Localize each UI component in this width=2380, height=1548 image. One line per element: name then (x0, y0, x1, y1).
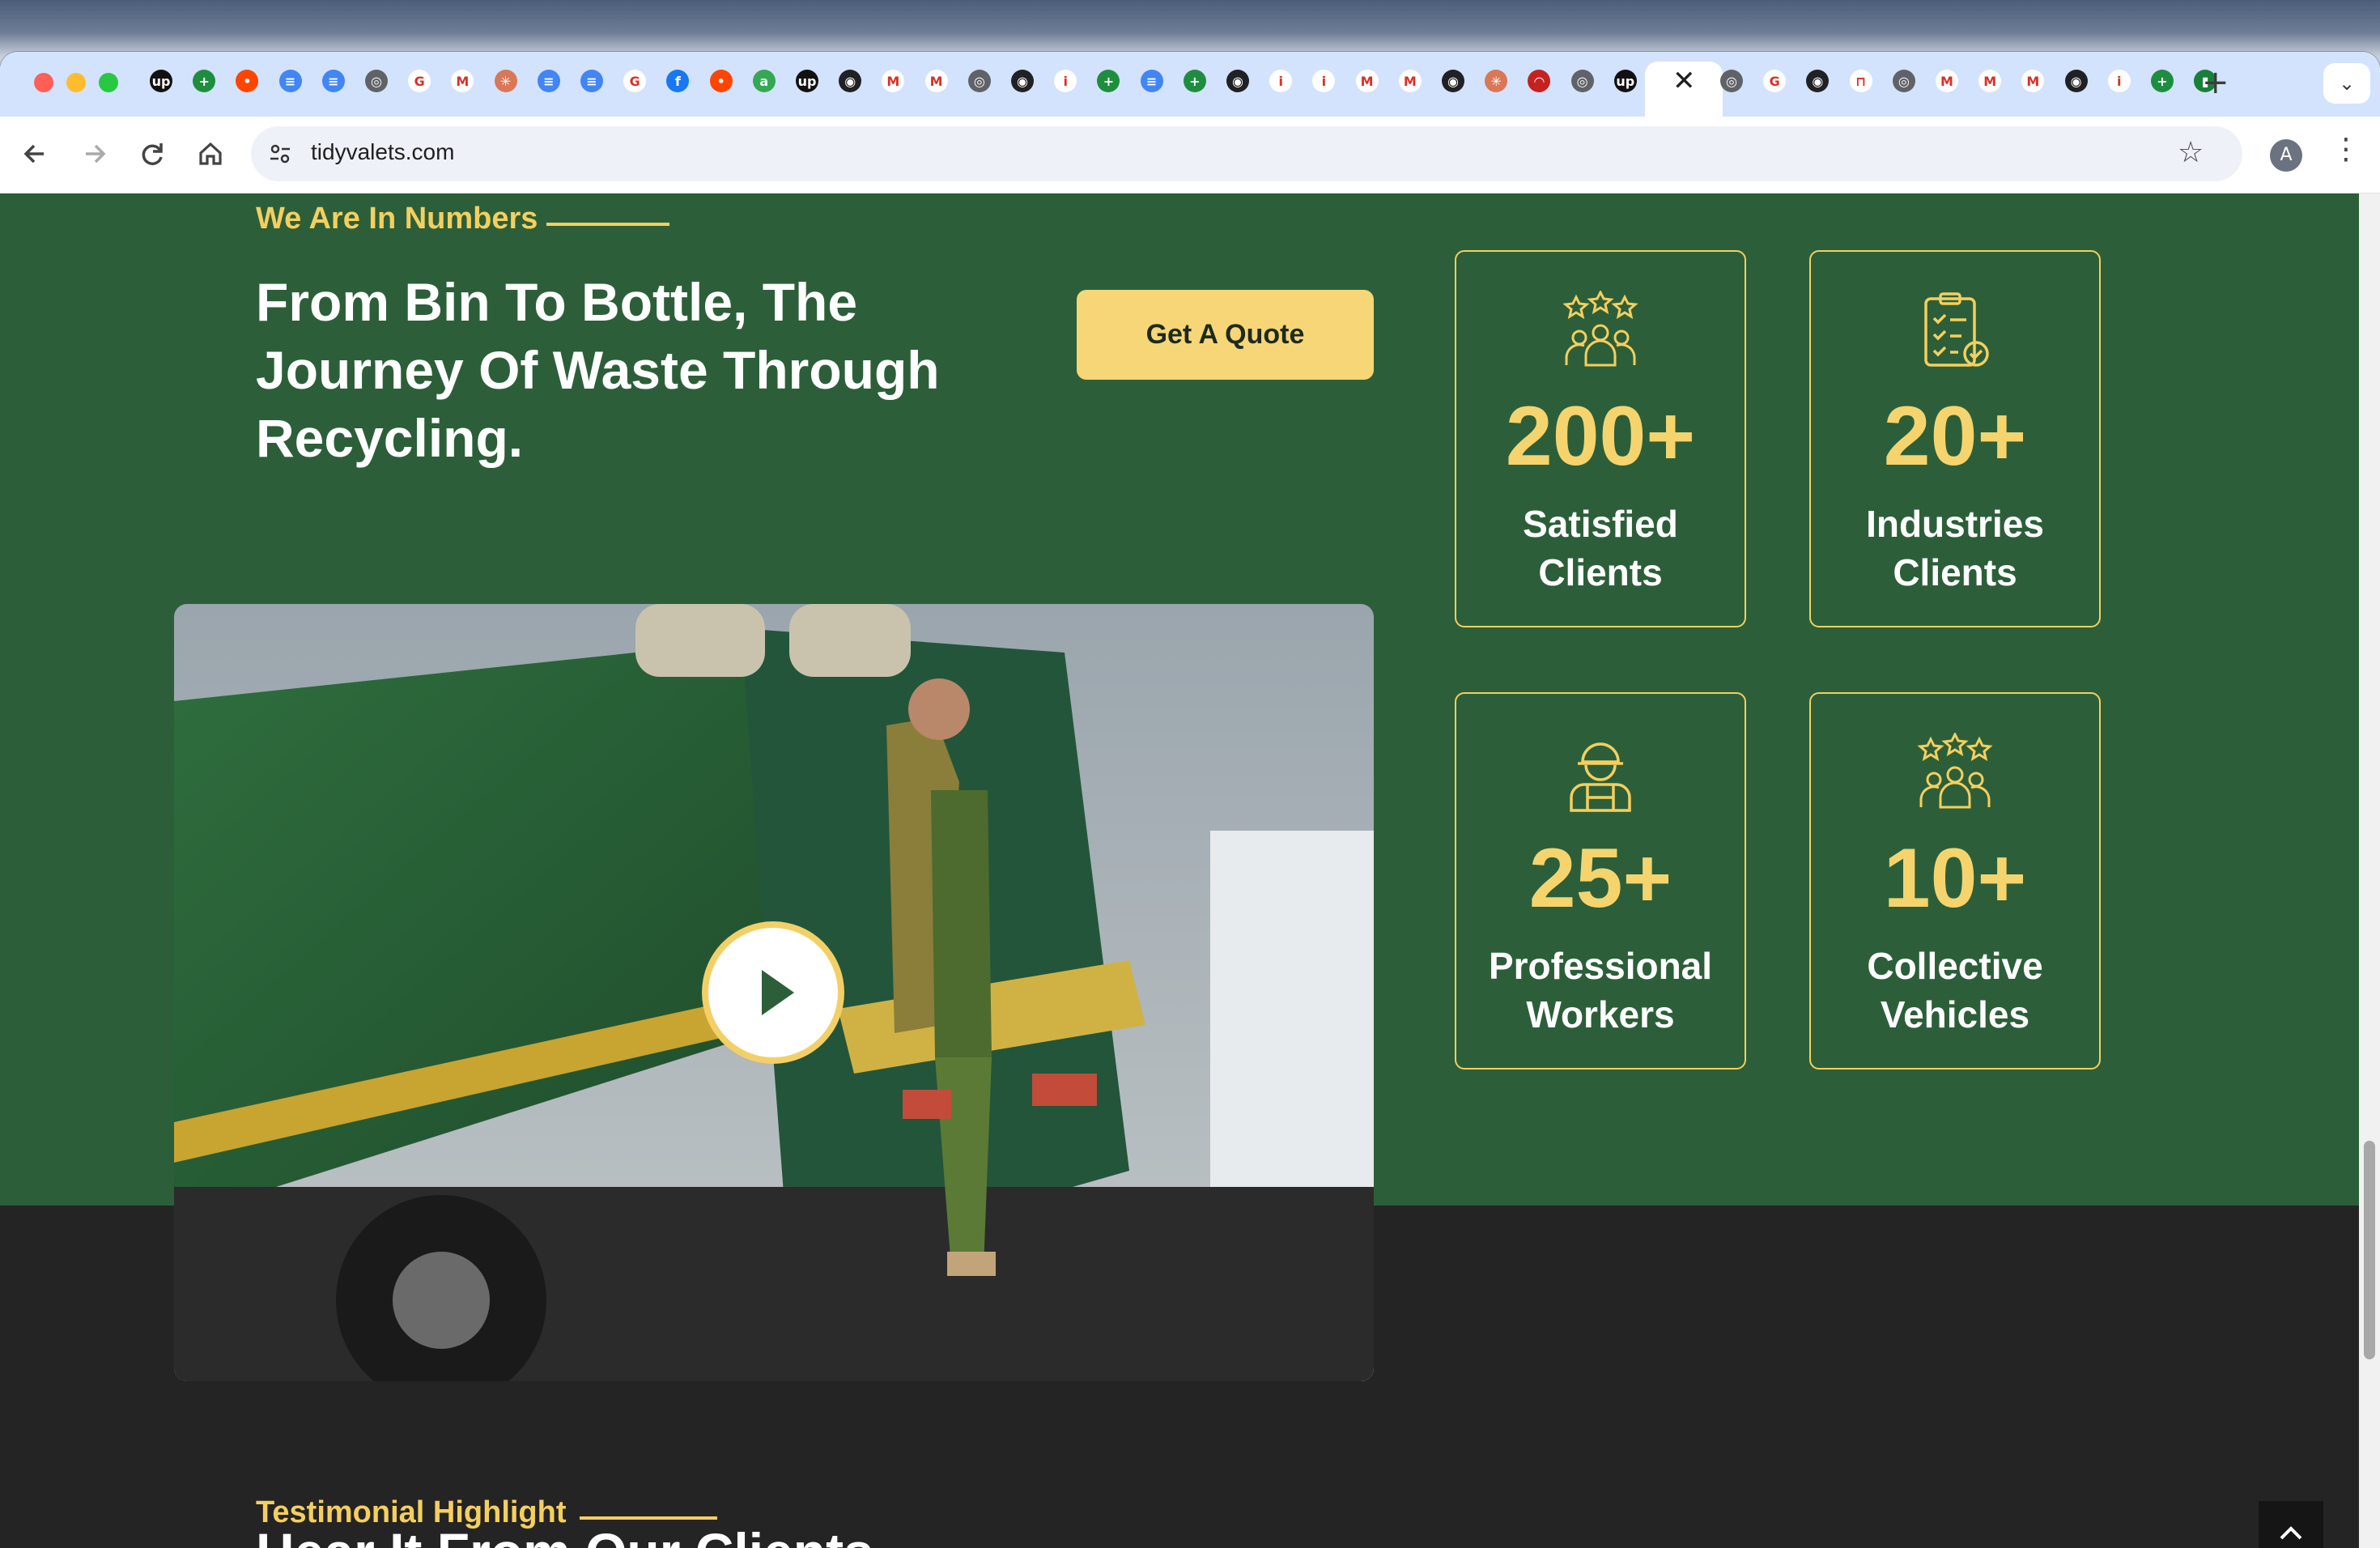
gmail-icon[interactable]: M (882, 70, 905, 92)
upwork-icon[interactable]: up (1613, 70, 1637, 92)
upwork-icon[interactable]: up (796, 70, 818, 92)
gmail-icon[interactable]: M (451, 70, 474, 92)
gmail-icon[interactable]: M (1936, 70, 1958, 92)
reddit-icon[interactable]: • (709, 70, 733, 92)
stat-card-satisfied-clients: 200+ Satisfied Clients (1455, 250, 1746, 627)
home-icon[interactable] (191, 134, 230, 173)
tab-search-button[interactable]: ⌄ (2323, 63, 2370, 104)
claude-icon[interactable]: ✳ (1485, 70, 1508, 92)
claude-icon[interactable]: ✳ (494, 70, 517, 92)
reload-icon[interactable] (133, 134, 172, 173)
worker-icon (1570, 742, 1631, 812)
browser-menu-icon[interactable]: ⋮ (2331, 133, 2361, 166)
minimize-window-button[interactable] (66, 73, 86, 92)
docs-icon[interactable]: ≡ (537, 70, 560, 92)
gmail-icon[interactable]: M (1398, 70, 1422, 92)
sheets-icon[interactable]: + (2151, 70, 2174, 92)
openai-icon[interactable]: ◉ (839, 70, 862, 92)
upwork-icon[interactable]: up (150, 70, 172, 92)
eyebrow-divider (580, 1516, 717, 1520)
section-eyebrow: We Are In Numbers (256, 202, 538, 236)
sheets-icon[interactable]: + (1183, 70, 1206, 92)
chrome-icon[interactable]: ◎ (1892, 70, 1915, 92)
stat-card-collective-vehicles: 10+ Collective Vehicles (1809, 692, 2101, 1070)
play-video-button[interactable] (708, 928, 838, 1057)
rating-group-icon (1917, 733, 1993, 809)
stat-value: 10+ (1883, 831, 2027, 925)
web-page: We Are In Numbers From Bin To Bottle, Th… (0, 194, 2380, 1548)
android-icon[interactable]: a (752, 70, 776, 92)
profile-avatar[interactable]: A (2270, 139, 2302, 172)
stat-card-industries-clients: 20+ Industries Clients (1809, 250, 2101, 627)
google-icon[interactable]: G (1763, 70, 1787, 92)
docs-icon[interactable]: ≡ (278, 70, 302, 92)
browser-toolbar: tidyvalets.com ☆ A ⋮ (0, 117, 2380, 194)
gmail-icon[interactable]: M (924, 70, 948, 92)
stat-label: Industries Clients (1866, 503, 2044, 593)
chrome-icon[interactable]: ◎ (1720, 70, 1743, 92)
chrome-icon[interactable]: ◎ (1570, 70, 1594, 92)
bracket-icon[interactable]: ⊓ (1849, 70, 1872, 92)
browser-window: up+•≡≡◎GM✳≡≡Gf•aup◉MM◎◉i+≡+◉iiMM◉✳◠◎up⚡▲… (0, 52, 2380, 1548)
scrollbar-thumb[interactable] (2364, 1141, 2375, 1359)
close-window-button[interactable] (34, 73, 53, 92)
info-icon[interactable]: i (2107, 70, 2131, 92)
checklist-icon (1924, 292, 1989, 367)
back-icon[interactable] (16, 134, 55, 173)
get-a-quote-button[interactable]: Get A Quote (1077, 290, 1374, 380)
facebook-icon[interactable]: f (666, 70, 690, 92)
close-tab-icon[interactable]: ✕ (1672, 67, 1696, 95)
stat-label: Professional Workers (1488, 945, 1713, 1036)
gmail-icon[interactable]: M (2021, 70, 2045, 92)
chrome-icon[interactable]: ◎ (967, 70, 991, 92)
sheets-icon[interactable]: + (193, 70, 216, 92)
reddit-icon[interactable]: • (236, 70, 259, 92)
openai-icon[interactable]: ◉ (1442, 70, 1464, 92)
video-thumbnail[interactable] (174, 604, 1374, 1381)
info-icon[interactable]: i (1312, 70, 1336, 92)
tab-strip: up+•≡≡◎GM✳≡≡Gf•aup◉MM◎◉i+≡+◉iiMM◉✳◠◎up⚡▲… (0, 52, 2380, 117)
stat-label: Collective Vehicles (1867, 945, 2043, 1036)
docs-icon[interactable]: ≡ (321, 70, 345, 92)
acrobat-icon[interactable]: ◠ (1528, 70, 1551, 92)
openai-icon[interactable]: ◉ (2064, 70, 2088, 92)
google-icon[interactable]: G (623, 70, 647, 92)
forward-icon[interactable] (74, 134, 113, 173)
new-tab-button[interactable]: + (2202, 66, 2229, 99)
eyebrow-divider (546, 223, 669, 226)
stat-value: 25+ (1528, 831, 1672, 925)
page-scrollbar[interactable] (2359, 194, 2380, 1548)
google-icon[interactable]: G (408, 70, 431, 92)
openai-icon[interactable]: ◉ (1011, 70, 1034, 92)
url-text[interactable]: tidyvalets.com (311, 139, 454, 165)
docs-icon[interactable]: ≡ (580, 70, 603, 92)
stat-value: 200+ (1505, 389, 1696, 483)
info-icon[interactable]: i (1269, 70, 1293, 92)
chrome-icon[interactable]: ◎ (365, 70, 388, 92)
rating-group-icon (1562, 291, 1638, 367)
chevron-up-icon (2280, 1526, 2302, 1540)
gmail-icon[interactable]: M (1978, 70, 2002, 92)
gmail-icon[interactable]: M (1355, 70, 1379, 92)
openai-icon[interactable]: ◉ (1226, 70, 1249, 92)
sheets-icon[interactable]: + (1097, 70, 1120, 92)
bookmark-star-icon[interactable]: ☆ (2178, 136, 2204, 169)
stat-value: 20+ (1883, 389, 2027, 483)
testimonial-title: Hear It From Our Clients (256, 1521, 873, 1548)
info-icon[interactable]: i (1054, 70, 1077, 92)
site-settings-icon[interactable] (264, 138, 296, 170)
stat-label: Satisfied Clients (1523, 503, 1678, 593)
active-tab[interactable]: ✕ (1645, 62, 1723, 117)
stat-card-professional-workers: 25+ Professional Workers (1455, 692, 1746, 1070)
section-headline: From Bin To Bottle, The Journey Of Waste… (256, 272, 940, 468)
address-bar[interactable]: tidyvalets.com ☆ (251, 126, 2242, 181)
back-to-top-button[interactable] (2259, 1501, 2323, 1548)
docs-icon[interactable]: ≡ (1140, 70, 1163, 92)
openai-icon[interactable]: ◉ (1806, 70, 1830, 92)
zoom-window-button[interactable] (99, 73, 118, 92)
